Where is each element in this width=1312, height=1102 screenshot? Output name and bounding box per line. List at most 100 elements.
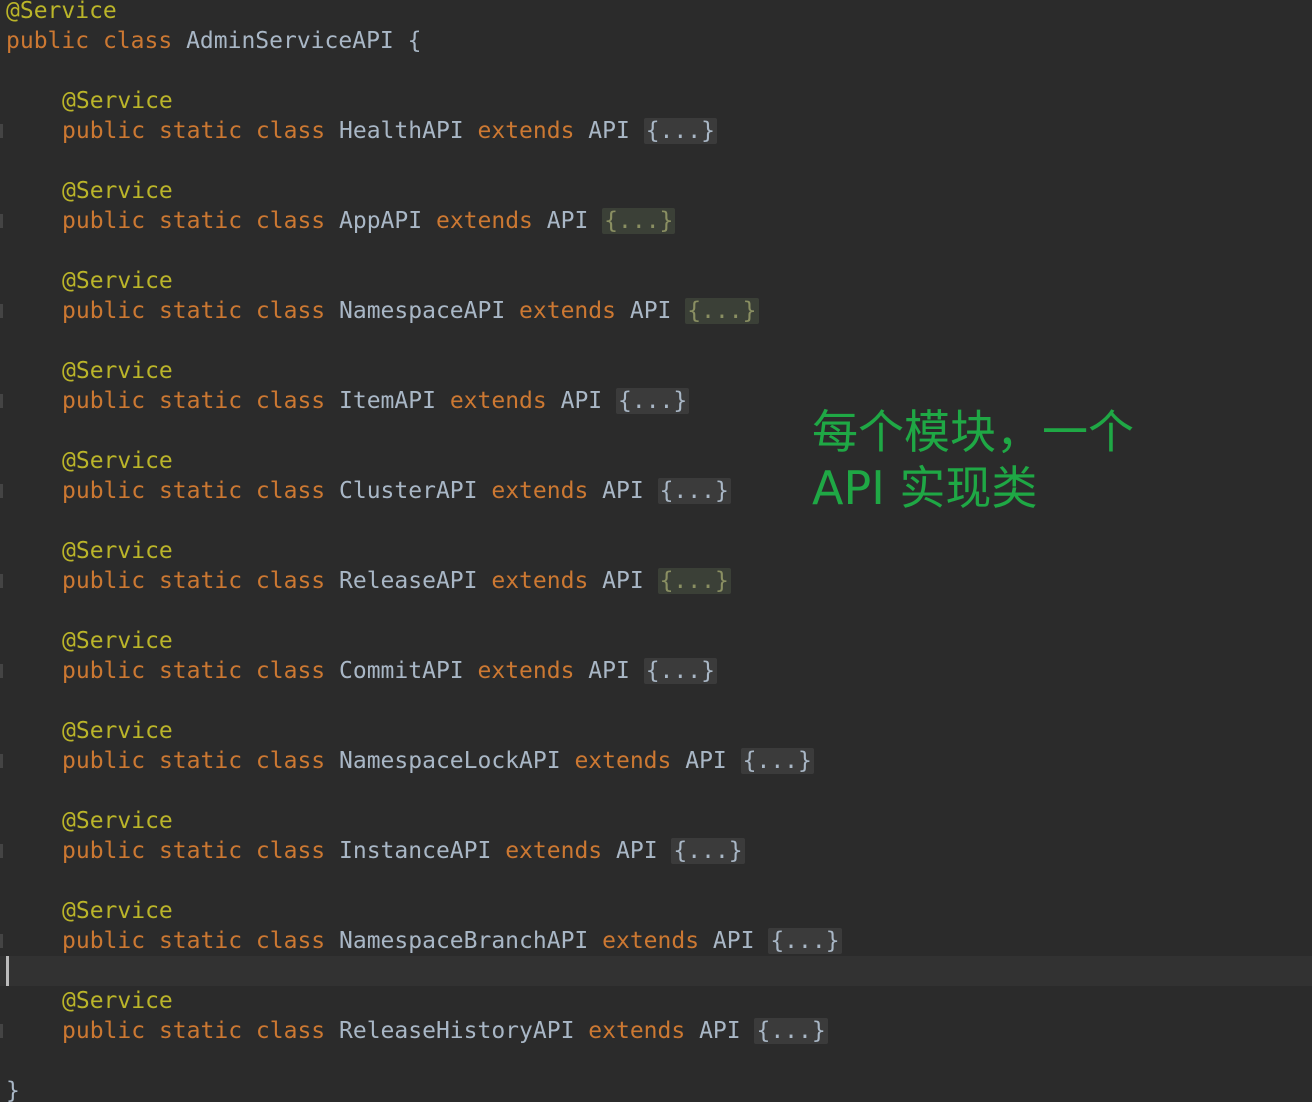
annotation-token: @Service — [62, 898, 173, 924]
parent-class-name: API — [588, 118, 630, 144]
folded-code-region[interactable]: {...} — [671, 838, 745, 864]
keyword-extends: extends — [477, 118, 575, 144]
annotation-token: @Service — [62, 358, 173, 384]
close-brace: } — [6, 1078, 20, 1102]
folded-code-region[interactable]: {...} — [768, 928, 842, 954]
gutter-fold-marker[interactable] — [0, 934, 3, 948]
inner-class-annotation: @Service — [6, 986, 173, 1016]
parent-class-name: API — [616, 838, 658, 864]
keyword-class: class — [255, 298, 326, 324]
folded-code-region[interactable]: {...} — [657, 568, 731, 594]
inner-class-declaration: public static class ItemAPI extends API … — [6, 386, 690, 416]
inner-class-name: ClusterAPI — [339, 478, 478, 504]
inner-class-annotation: @Service — [6, 536, 173, 566]
keyword-static: static — [158, 298, 243, 324]
inner-class-annotation: @Service — [6, 176, 173, 206]
inner-class-name: InstanceAPI — [339, 838, 492, 864]
inner-class-name: NamespaceLockAPI — [339, 748, 561, 774]
gutter-fold-marker[interactable] — [0, 214, 3, 228]
gutter-fold-marker[interactable] — [0, 664, 3, 678]
inner-class-name: NamespaceBranchAPI — [339, 928, 589, 954]
annotation-token: @Service — [62, 88, 173, 114]
gutter-fold-marker[interactable] — [0, 484, 3, 498]
inner-class-declaration: public static class ReleaseHistoryAPI ex… — [6, 1016, 828, 1046]
inner-class-declaration: public static class ReleaseAPI extends A… — [6, 566, 731, 596]
inner-class-name: ReleaseHistoryAPI — [339, 1018, 575, 1044]
keyword-class: class — [255, 928, 326, 954]
annotation-token: @Service — [62, 628, 173, 654]
inner-class-annotation: @Service — [6, 446, 173, 476]
keyword-static: static — [158, 478, 243, 504]
outer-class-name: AdminServiceAPI — [186, 28, 394, 54]
keyword-public: public — [62, 388, 146, 414]
folded-code-region[interactable]: {...} — [740, 748, 814, 774]
parent-class-name: API — [602, 478, 644, 504]
inner-class-annotation: @Service — [6, 266, 173, 296]
folded-code-region[interactable]: {...} — [602, 208, 676, 234]
keyword-public: public — [62, 838, 146, 864]
keyword-extends: extends — [519, 298, 616, 324]
inner-class-annotation: @Service — [6, 356, 173, 386]
keyword-static: static — [158, 838, 243, 864]
keyword-class: class — [255, 388, 326, 414]
inner-class-annotation: @Service — [6, 896, 173, 926]
annotation-token: @Service — [62, 448, 173, 474]
annotation-token: @Service — [62, 268, 173, 294]
keyword-class: class — [255, 208, 326, 234]
parent-class-name: API — [685, 748, 727, 774]
folded-code-region[interactable]: {...} — [754, 1018, 828, 1044]
current-line-highlight — [0, 956, 1312, 986]
keyword-public: public — [62, 1018, 146, 1044]
gutter-fold-marker[interactable] — [0, 124, 3, 138]
parent-class-name: API — [560, 388, 603, 414]
overlay-note-line-1: 每个模块，一个 — [812, 405, 1134, 459]
annotation-token: @Service — [62, 538, 173, 564]
folded-code-region[interactable]: {...} — [657, 478, 731, 504]
keyword-static: static — [158, 928, 243, 954]
inner-class-declaration: public static class InstanceAPI extends … — [6, 836, 745, 866]
gutter-fold-marker[interactable] — [0, 754, 3, 768]
code-editor[interactable]: @Service public class AdminServiceAPI { … — [0, 0, 1312, 1102]
gutter-fold-marker[interactable] — [0, 394, 3, 408]
parent-class-name: API — [699, 1018, 741, 1044]
inner-class-annotation: @Service — [6, 626, 173, 656]
gutter-fold-marker[interactable] — [0, 1024, 3, 1038]
gutter-fold-marker[interactable] — [0, 844, 3, 858]
gutter-fold-marker[interactable] — [0, 304, 3, 318]
keyword-static: static — [158, 118, 243, 144]
inner-class-annotation: @Service — [6, 716, 173, 746]
keyword-public: public — [62, 568, 146, 594]
parent-class-name: API — [588, 658, 630, 684]
inner-class-annotation: @Service — [6, 806, 173, 836]
folded-code-region[interactable]: {...} — [685, 298, 759, 324]
outer-annotation: @Service — [6, 0, 117, 26]
keyword-extends: extends — [477, 658, 575, 684]
inner-class-name: CommitAPI — [339, 658, 464, 684]
inner-class-name: NamespaceAPI — [339, 298, 506, 324]
annotation-token: @Service — [6, 0, 117, 24]
keyword-static: static — [158, 568, 243, 594]
keyword-static: static — [158, 208, 243, 234]
folded-code-region[interactable]: {...} — [643, 118, 717, 144]
folded-code-region[interactable]: {...} — [616, 388, 690, 414]
keyword-class: class — [255, 118, 326, 144]
keyword-static: static — [158, 1018, 243, 1044]
inner-class-declaration: public static class NamespaceBranchAPI e… — [6, 926, 842, 956]
folded-code-region[interactable]: {...} — [643, 658, 717, 684]
inner-class-name: AppAPI — [339, 208, 423, 234]
outer-close-brace-line: } — [6, 1076, 20, 1102]
parent-class-name: API — [712, 928, 755, 954]
keyword-class: class — [255, 568, 326, 594]
keyword-public: public — [62, 748, 146, 774]
inner-class-annotation: @Service — [6, 86, 173, 116]
keyword-public: public — [62, 478, 146, 504]
keyword-class: class — [255, 748, 326, 774]
parent-class-name: API — [629, 298, 672, 324]
keyword-extends: extends — [491, 568, 589, 594]
gutter-fold-marker[interactable] — [0, 574, 3, 588]
keyword-extends: extends — [491, 478, 589, 504]
keyword-static: static — [158, 748, 243, 774]
keyword-class: class — [255, 838, 326, 864]
inner-class-name: ReleaseAPI — [339, 568, 478, 594]
keyword-class: class — [255, 658, 326, 684]
